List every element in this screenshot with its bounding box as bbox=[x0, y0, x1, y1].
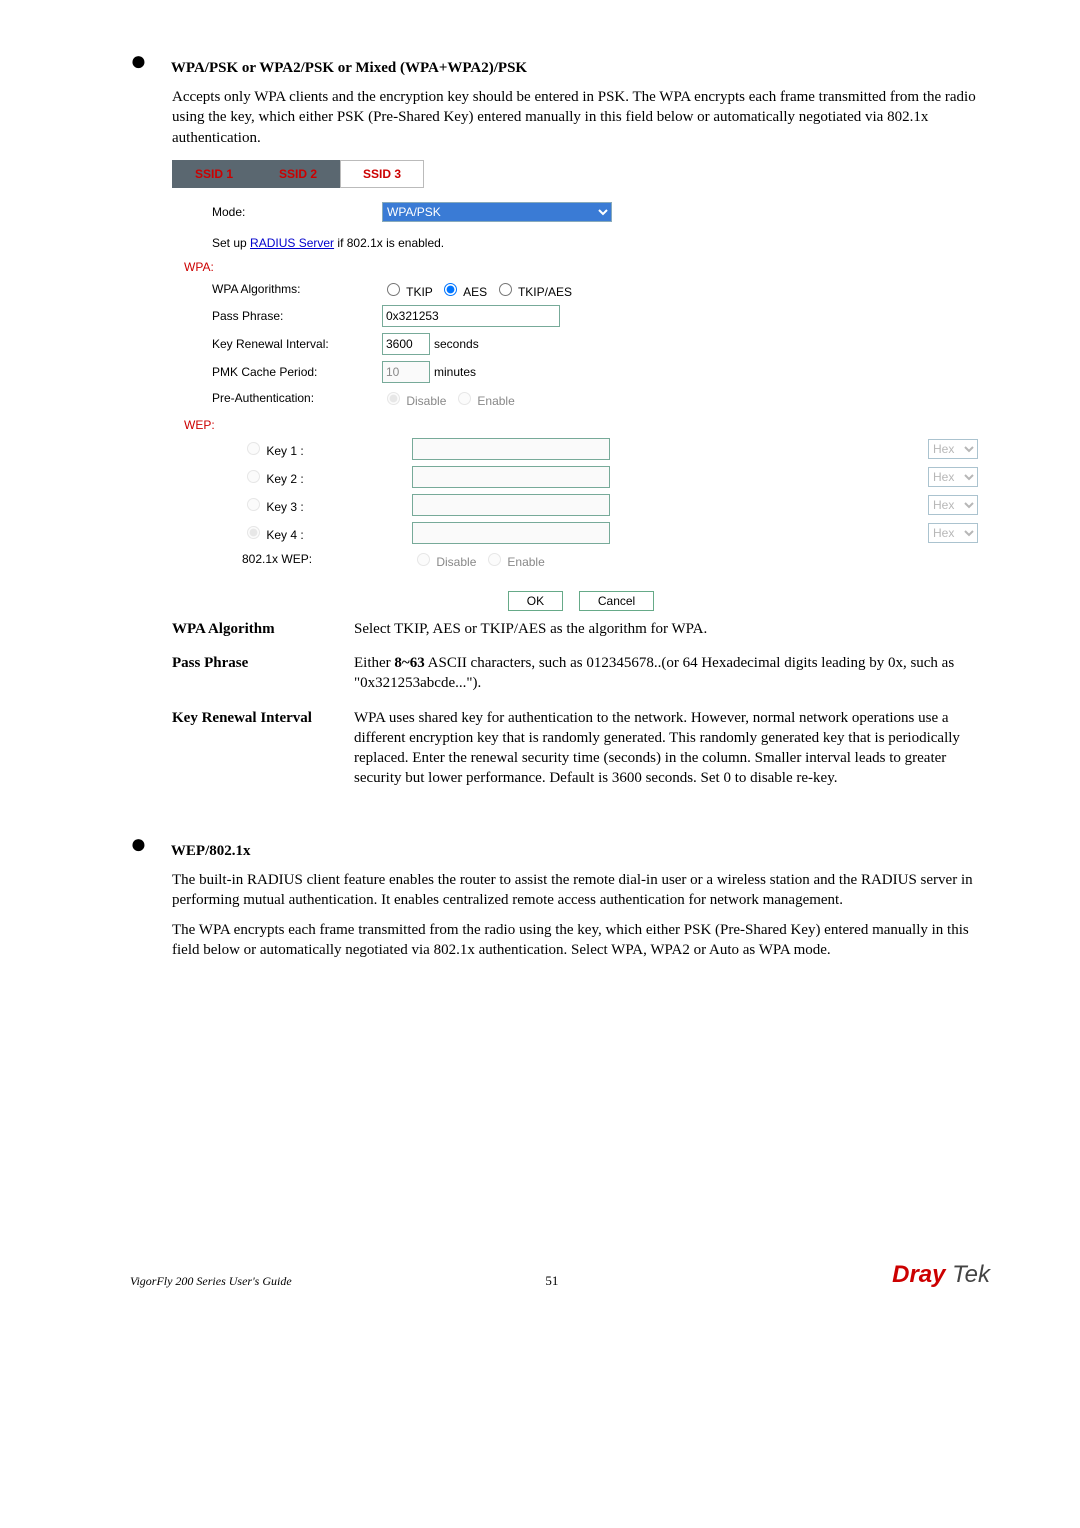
wpa-section-label: WPA: bbox=[184, 260, 978, 274]
section1-title: WPA/PSK or WPA2/PSK or Mixed (WPA+WPA2)/… bbox=[171, 60, 527, 77]
wep8021x-enable: Enable bbox=[483, 550, 545, 569]
key2-hex: Hex bbox=[928, 467, 978, 487]
key2-label: Key 2 : bbox=[212, 467, 412, 486]
key4-hex: Hex bbox=[928, 523, 978, 543]
pass-label: Pass Phrase: bbox=[212, 309, 382, 323]
algo-tkip[interactable]: TKIP bbox=[382, 280, 433, 299]
tab-ssid1[interactable]: SSID 1 bbox=[172, 160, 256, 188]
algo-aes[interactable]: AES bbox=[439, 280, 487, 299]
key1-hex: Hex bbox=[928, 439, 978, 459]
wep8021x-label: 802.1x WEP: bbox=[212, 552, 412, 566]
pass-phrase-input[interactable] bbox=[382, 305, 560, 327]
key2-input bbox=[412, 466, 610, 488]
def-pass-term: Pass Phrase bbox=[172, 653, 342, 694]
wpa-algo-label: WPA Algorithms: bbox=[212, 282, 382, 296]
key-renew-unit: seconds bbox=[434, 337, 479, 351]
footer-guide: VigorFly 200 Series User's Guide bbox=[130, 1274, 292, 1289]
radius-note: Set up RADIUS Server if 802.1x is enable… bbox=[212, 236, 444, 250]
key4-input bbox=[412, 522, 610, 544]
key4-label: Key 4 : bbox=[212, 523, 412, 542]
def-wpa-algo-term: WPA Algorithm bbox=[172, 619, 342, 639]
key3-hex: Hex bbox=[928, 495, 978, 515]
pmk-input bbox=[382, 361, 430, 383]
settings-screenshot: SSID 1 SSID 2 SSID 3 Mode: WPA/PSK Set u… bbox=[172, 160, 990, 611]
key3-label: Key 3 : bbox=[212, 495, 412, 514]
def-key-renew-text: WPA uses shared key for authentication t… bbox=[354, 708, 990, 789]
def-wpa-algo-text: Select TKIP, AES or TKIP/AES as the algo… bbox=[354, 619, 990, 639]
form-area: Mode: WPA/PSK Set up RADIUS Server if 80… bbox=[172, 188, 990, 581]
page-footer: VigorFly 200 Series User's Guide 51 Dray… bbox=[130, 1261, 990, 1289]
wep8021x-disable: Disable bbox=[412, 550, 476, 569]
mode-select[interactable]: WPA/PSK bbox=[382, 202, 612, 222]
def-key-renew-term: Key Renewal Interval bbox=[172, 708, 342, 789]
preauth-enable: Enable bbox=[453, 389, 515, 408]
section1-paragraph: Accepts only WPA clients and the encrypt… bbox=[172, 87, 990, 148]
pmk-label: PMK Cache Period: bbox=[212, 365, 382, 379]
footer-page: 51 bbox=[545, 1273, 558, 1289]
radius-server-link[interactable]: RADIUS Server bbox=[250, 236, 334, 250]
section2-paragraph1: The built-in RADIUS client feature enabl… bbox=[172, 870, 990, 911]
ok-button[interactable]: OK bbox=[508, 591, 563, 611]
definitions: WPA Algorithm Select TKIP, AES or TKIP/A… bbox=[172, 619, 990, 789]
key1-input bbox=[412, 438, 610, 460]
algo-tkipaes[interactable]: TKIP/AES bbox=[494, 280, 572, 299]
key-renew-input[interactable] bbox=[382, 333, 430, 355]
brand-logo: Dray Tek bbox=[892, 1261, 990, 1289]
tab-ssid2[interactable]: SSID 2 bbox=[256, 160, 340, 188]
preauth-disable: Disable bbox=[382, 389, 446, 408]
key-renew-label: Key Renewal Interval: bbox=[212, 337, 382, 351]
pmk-unit: minutes bbox=[434, 365, 476, 379]
key1-label: Key 1 : bbox=[212, 439, 412, 458]
ssid-tabbar: SSID 1 SSID 2 SSID 3 bbox=[172, 160, 990, 188]
section1-heading: ● WPA/PSK or WPA2/PSK or Mixed (WPA+WPA2… bbox=[130, 60, 990, 77]
tab-ssid3[interactable]: SSID 3 bbox=[340, 160, 424, 188]
section2-paragraph2: The WPA encrypts each frame transmitted … bbox=[172, 920, 990, 961]
section2-title: WEP/802.1x bbox=[171, 843, 251, 860]
cancel-button[interactable]: Cancel bbox=[579, 591, 654, 611]
wep-section-label: WEP: bbox=[184, 418, 978, 432]
section2-heading: ● WEP/802.1x bbox=[130, 843, 990, 860]
key3-input bbox=[412, 494, 610, 516]
def-pass-text: Either 8~63 ASCII characters, such as 01… bbox=[354, 653, 990, 694]
mode-label: Mode: bbox=[212, 205, 382, 219]
preauth-label: Pre-Authentication: bbox=[212, 391, 382, 405]
